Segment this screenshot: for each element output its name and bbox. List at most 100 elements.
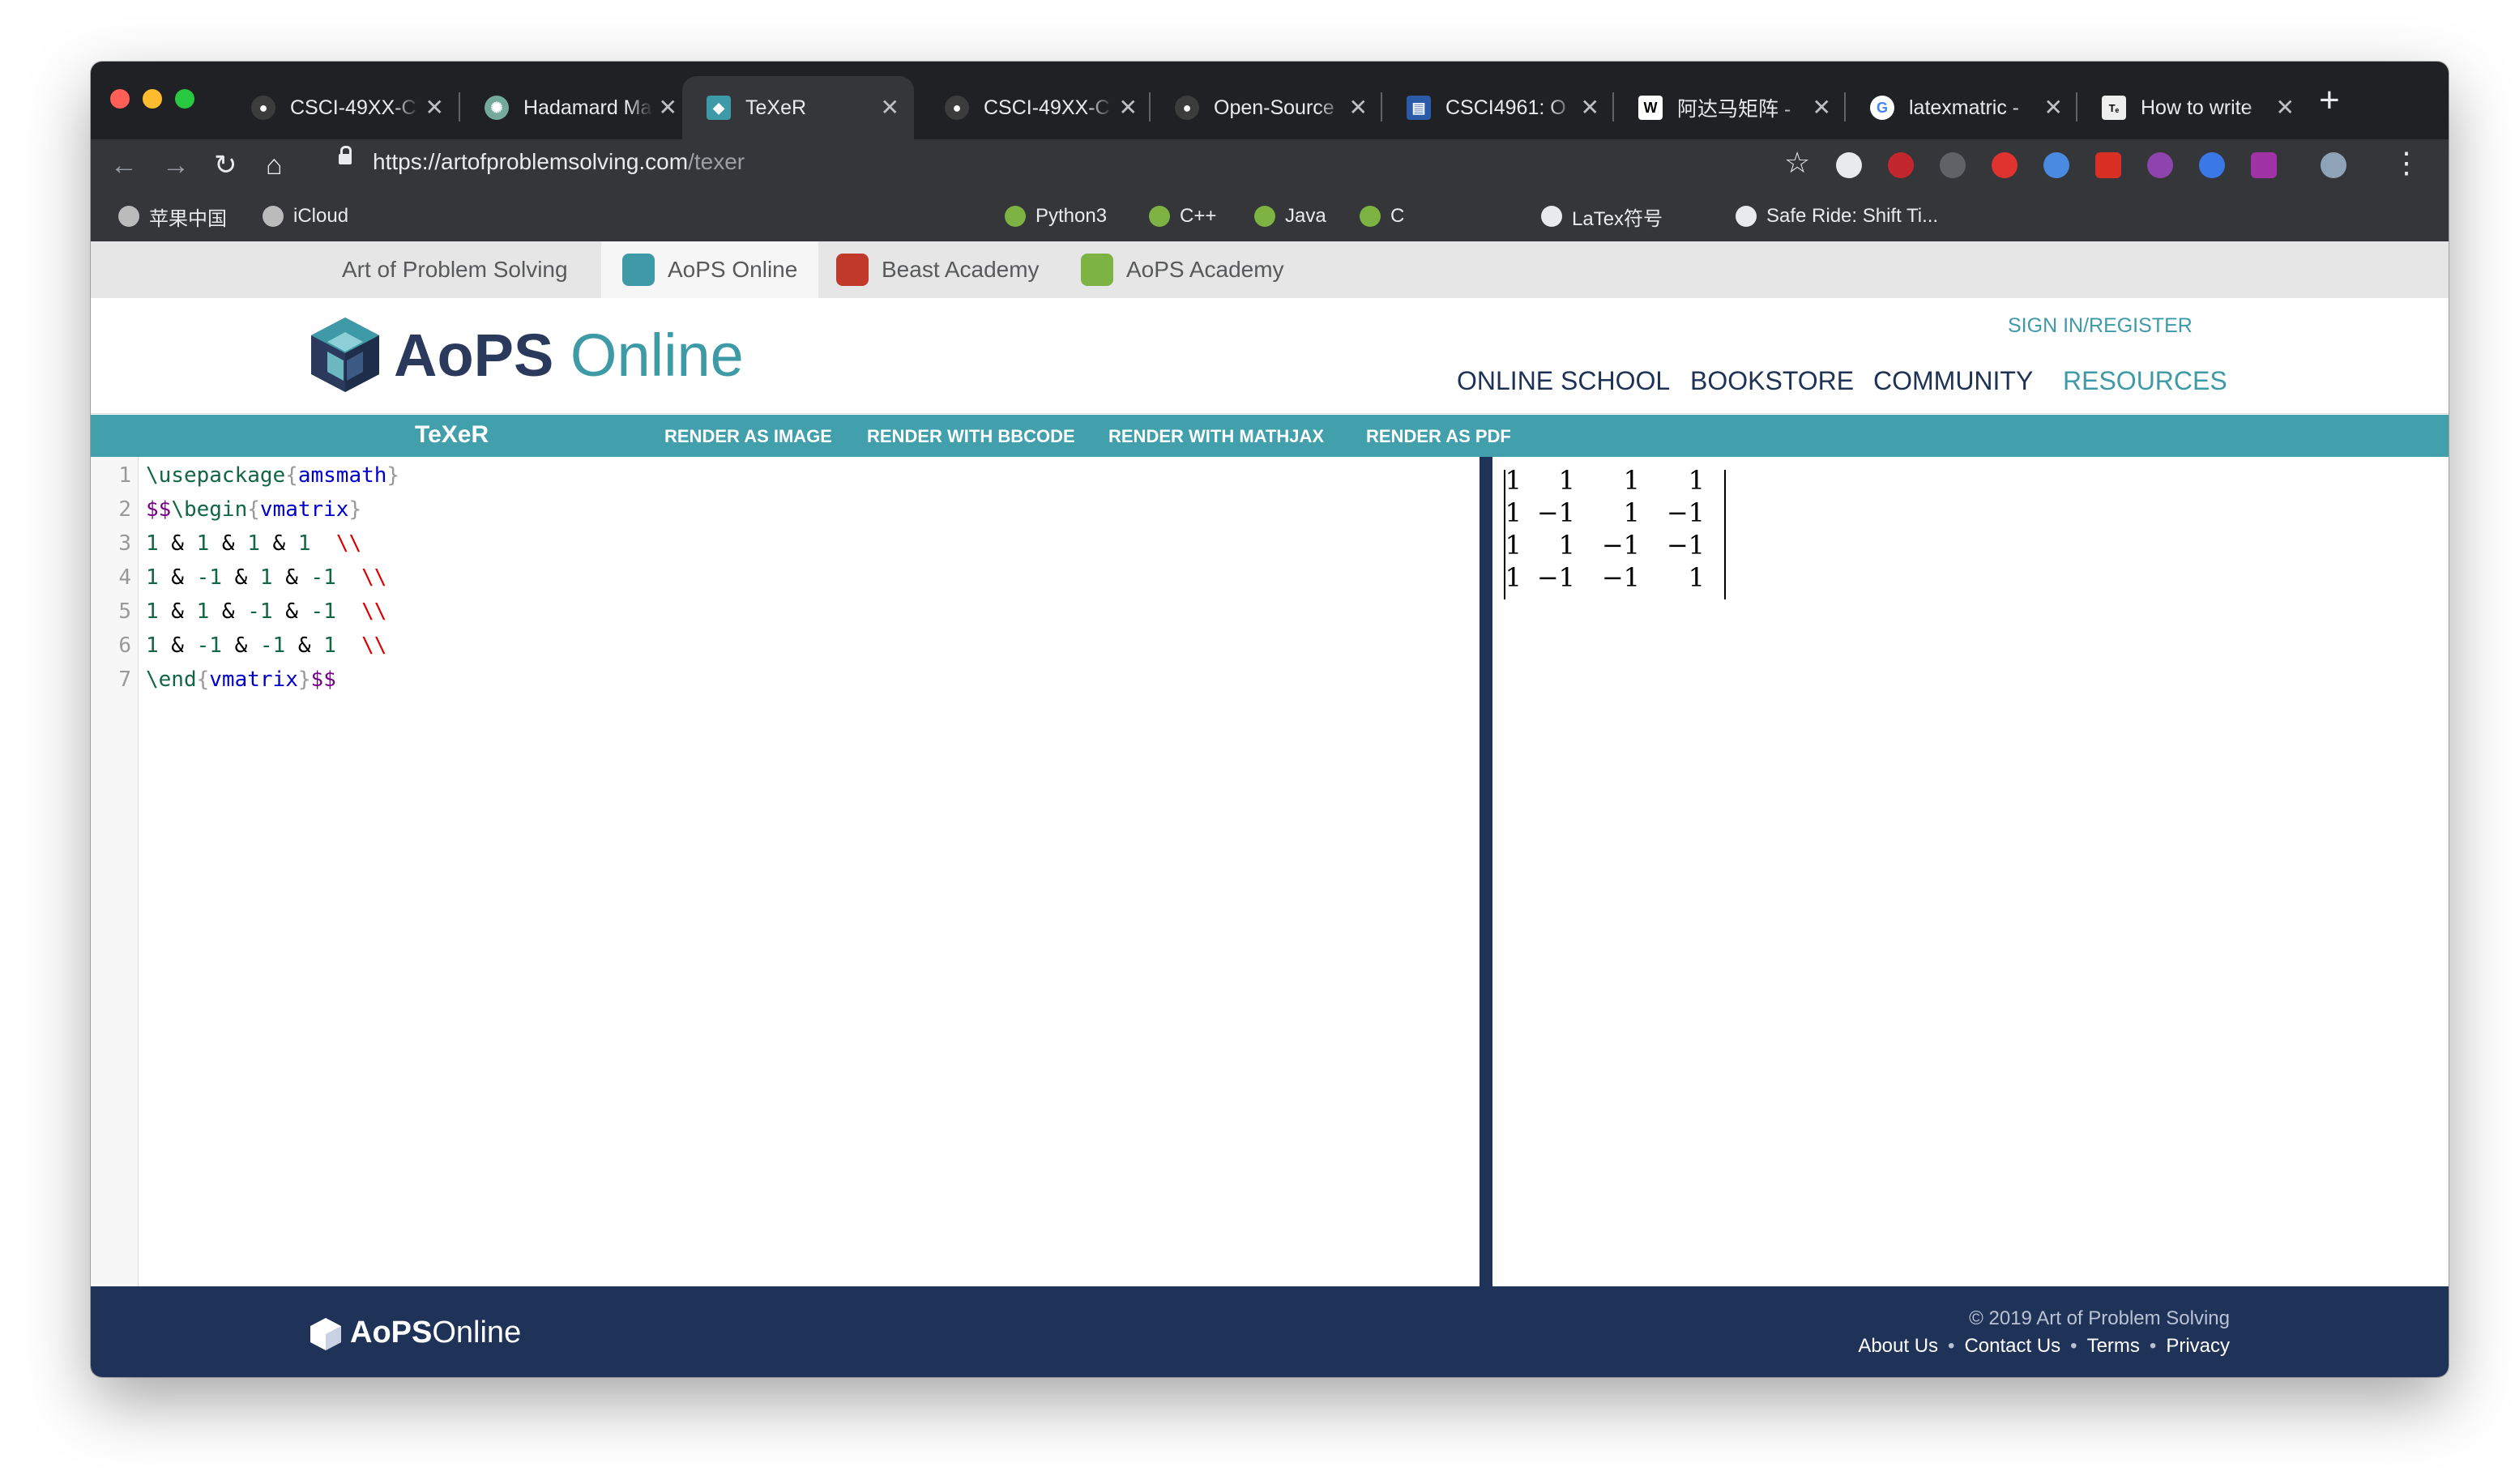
tab-strip: ● CSCI-49XX-C ✕ ✺ Hadamard Ma ✕ ◆ TeXeR …	[91, 62, 2449, 139]
code-line[interactable]: \end{vmatrix}$$	[146, 667, 336, 692]
menu-kebab-icon[interactable]: ⋮	[2392, 146, 2421, 180]
footer-wordmark[interactable]: AoPSOnline	[350, 1316, 521, 1350]
browser-tab[interactable]: ✺ Hadamard Ma ✕	[460, 76, 692, 139]
browser-tab-active[interactable]: ◆ TeXeR ✕	[682, 76, 914, 139]
aops-online-icon	[622, 254, 655, 286]
footer-link-contact[interactable]: Contact Us	[1964, 1335, 2060, 1357]
tab-title: Hadamard Ma	[523, 96, 652, 119]
extension-icon[interactable]	[2147, 152, 2173, 178]
code-line[interactable]: 1 & -1 & 1 & -1 \\	[146, 565, 386, 590]
close-tab-icon[interactable]: ✕	[2276, 94, 2295, 121]
browser-tab[interactable]: W 阿达马矩阵 - ✕	[1614, 76, 1846, 139]
github-icon: ●	[1175, 96, 1199, 120]
bookmark-item[interactable]: Safe Ride: Shift Ti...	[1736, 203, 1938, 230]
matrix-cell: −1	[1536, 497, 1575, 528]
extension-icon[interactable]	[2251, 152, 2277, 178]
bookmark-item[interactable]: 苹果中国	[118, 203, 227, 230]
render-as-image-button[interactable]: RENDER AS IMAGE	[664, 426, 832, 447]
extension-icon[interactable]	[2199, 152, 2225, 178]
back-icon[interactable]: ←	[110, 147, 138, 183]
extension-icon[interactable]	[1836, 152, 1862, 178]
bookmark-item[interactable]: iCloud	[263, 203, 348, 230]
footer-links: About Us • Contact Us • Terms • Privacy	[1858, 1335, 2230, 1357]
code-line[interactable]: 1 & -1 & -1 & 1 \\	[146, 633, 386, 658]
sign-in-register-link[interactable]: SIGN IN/REGISTER	[2008, 314, 2193, 338]
code-line[interactable]: 1 & 1 & -1 & -1 \\	[146, 599, 386, 624]
browser-tab[interactable]: ● CSCI-49XX-C ✕	[920, 76, 1152, 139]
runoob-icon	[1149, 206, 1170, 227]
bookmark-item[interactable]: C	[1360, 203, 1404, 230]
site-tab-aops-online[interactable]: AoPS Online	[601, 241, 819, 298]
nav-bookstore[interactable]: BOOKSTORE	[1690, 366, 1854, 396]
code-line[interactable]: \usepackage{amsmath}	[146, 463, 399, 488]
bookmark-item[interactable]: Python3	[1005, 203, 1107, 230]
shield-icon[interactable]	[2095, 152, 2121, 178]
tab-title: CSCI-49XX-C	[290, 96, 416, 119]
bookmark-item[interactable]: LaTex符号	[1541, 203, 1663, 230]
nav-resources[interactable]: RESOURCES	[2063, 366, 2227, 396]
footer-link-terms[interactable]: Terms	[2087, 1335, 2140, 1357]
site-tab-beast-academy[interactable]: Beast Academy	[836, 241, 1040, 298]
apple-icon	[263, 206, 284, 227]
matrix-cell: 1	[1623, 497, 1640, 528]
zoom-window-button[interactable]	[175, 89, 194, 109]
close-tab-icon[interactable]: ✕	[425, 94, 444, 121]
site-tab-aops[interactable]: Art of Problem Solving	[342, 241, 568, 298]
aops-icon: ◆	[707, 96, 731, 120]
close-tab-icon[interactable]: ✕	[1349, 94, 1368, 121]
latex-code-editor[interactable]: 1 2 3 4 5 6 7 \usepackage{amsmath} $$\be…	[91, 457, 1480, 1286]
minimize-window-button[interactable]	[143, 89, 162, 109]
bookmark-star-icon[interactable]: ☆	[1784, 146, 1810, 180]
bookmark-item[interactable]: Java	[1254, 203, 1326, 230]
stop-hand-icon[interactable]	[1992, 152, 2018, 178]
browser-tab[interactable]: ● Open-Source ✕	[1151, 76, 1382, 139]
aops-logo-icon[interactable]	[310, 316, 381, 394]
browser-tab[interactable]: ▤ CSCI4961: O ✕	[1382, 76, 1614, 139]
code-line[interactable]: $$\begin{vmatrix}	[146, 497, 361, 522]
close-tab-icon[interactable]: ✕	[2044, 94, 2063, 121]
extension-icon[interactable]	[2043, 152, 2069, 178]
browser-tab[interactable]: ● CSCI-49XX-C ✕	[227, 76, 459, 139]
code-line[interactable]: 1 & 1 & 1 & 1 \\	[146, 531, 361, 556]
nav-online-school[interactable]: ONLINE SCHOOL	[1457, 366, 1670, 396]
home-icon[interactable]: ⌂	[266, 147, 283, 183]
runoob-icon	[1254, 206, 1275, 227]
runoob-icon	[1360, 206, 1381, 227]
address-bar[interactable]: https://artofproblemsolving.com/texer	[373, 149, 745, 175]
matrix-cell: 1	[1688, 465, 1705, 496]
browser-tab[interactable]: G latexmatric - ✕	[1846, 76, 2077, 139]
browser-tab[interactable]: Tₑ How to write ✕	[2077, 76, 2309, 139]
close-tab-icon[interactable]: ✕	[881, 94, 899, 121]
adblock-icon[interactable]	[1888, 152, 1914, 178]
reload-icon[interactable]: ↻	[214, 147, 237, 183]
logo-wordmark[interactable]: AoPS Online	[394, 319, 744, 392]
aops-logo-icon[interactable]	[310, 1317, 342, 1351]
tab-title: TeXeR	[745, 96, 807, 119]
new-tab-icon[interactable]: +	[2319, 83, 2340, 118]
render-with-bbcode-button[interactable]: RENDER WITH BBCODE	[867, 426, 1075, 447]
render-with-mathjax-button[interactable]: RENDER WITH MATHJAX	[1108, 426, 1324, 447]
close-tab-icon[interactable]: ✕	[1119, 94, 1138, 121]
matrix-cell: 1	[1505, 497, 1522, 528]
close-tab-icon[interactable]: ✕	[1581, 94, 1599, 121]
avatar[interactable]	[2321, 152, 2346, 178]
matrix-cell: 1	[1505, 530, 1522, 561]
matrix-cell: 1	[1623, 465, 1640, 496]
bookmark-item[interactable]: C++	[1149, 203, 1216, 230]
nav-community[interactable]: COMMUNITY	[1873, 366, 2033, 396]
line-number: 2	[118, 497, 131, 522]
close-tab-icon[interactable]: ✕	[1813, 94, 1831, 121]
tab-title: latexmatric -	[1909, 96, 2020, 119]
site-footer: AoPSOnline © 2019 Art of Problem Solving…	[91, 1286, 2449, 1377]
tab-title: Open-Source	[1214, 96, 1334, 119]
footer-link-privacy[interactable]: Privacy	[2166, 1335, 2230, 1357]
render-as-pdf-button[interactable]: RENDER AS PDF	[1366, 426, 1511, 447]
close-window-button[interactable]	[110, 89, 130, 109]
forward-icon[interactable]: →	[162, 147, 190, 183]
github-icon: ●	[945, 96, 969, 120]
close-tab-icon[interactable]: ✕	[659, 94, 677, 121]
tab-title: 阿达马矩阵 -	[1677, 98, 1791, 121]
footer-link-about[interactable]: About Us	[1858, 1335, 1938, 1357]
extension-icon[interactable]	[1940, 152, 1966, 178]
site-tab-aops-academy[interactable]: AoPS Academy	[1081, 241, 1284, 298]
